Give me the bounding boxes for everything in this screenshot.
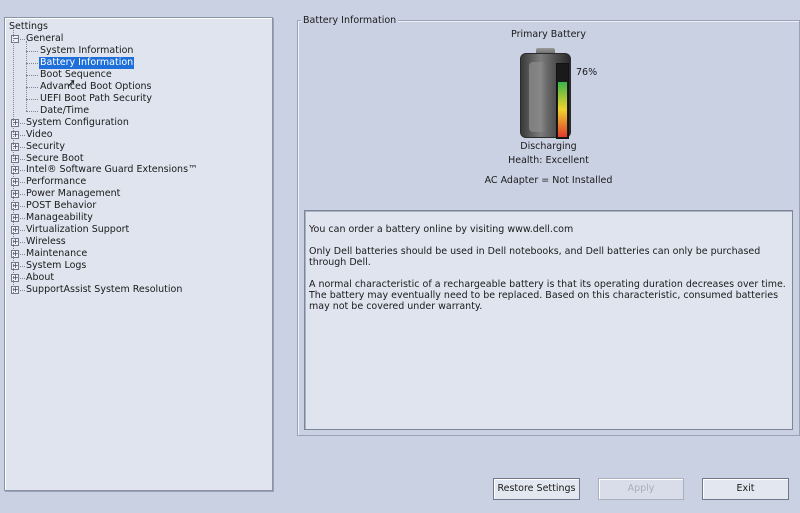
- info-line: You can order a battery online by visiti…: [309, 224, 574, 235]
- group-title: Battery Information: [301, 15, 399, 26]
- battery-percent: 76%: [576, 67, 598, 78]
- battery-name: Primary Battery: [511, 29, 586, 40]
- tree-item-label: POST Behavior: [26, 200, 97, 212]
- tree-item-label: About: [26, 272, 55, 283]
- info-line: A normal characteristic of a rechargeabl…: [309, 279, 786, 312]
- battery-status: Discharging: [520, 141, 577, 152]
- apply-button[interactable]: Apply: [598, 478, 684, 500]
- tree-item-label: Power Management: [26, 188, 121, 200]
- battery-level-fill: [558, 82, 567, 137]
- ac-adapter-status: AC Adapter = Not Installed: [484, 175, 613, 186]
- battery-body: [520, 53, 571, 139]
- tree-item-label: System Configuration: [26, 116, 129, 128]
- tree-item-label: Date/Time: [40, 104, 90, 116]
- tree-item-label: Performance: [26, 176, 87, 188]
- battery-icon: [518, 48, 573, 140]
- tree-item-label: Security: [26, 140, 66, 152]
- tree-item-label: Battery Information: [39, 56, 135, 69]
- mouse-pointer-icon: ➚: [66, 76, 77, 90]
- exit-button[interactable]: Exit: [702, 478, 789, 500]
- battery-health: Health: Excellent: [508, 155, 589, 166]
- tree-root-label: Settings: [9, 21, 48, 32]
- tree-item-label: Intel® Software Guard Extensions™: [26, 164, 198, 176]
- info-line: Only Dell batteries should be used in De…: [309, 246, 761, 268]
- tree-item-label: Video: [26, 128, 53, 140]
- tree-item-label: Virtualization Support: [26, 224, 130, 236]
- settings-tree[interactable]: Settings − General System Information Batte…: [4, 17, 273, 491]
- tree-item-label: SupportAssist System Resolution: [26, 283, 183, 295]
- restore-settings-button[interactable]: Restore Settings: [493, 478, 580, 500]
- tree-item-label: Maintenance: [26, 248, 88, 260]
- tree-connector: [26, 40, 27, 111]
- tree-root-connector: [13, 30, 14, 293]
- battery-level-gauge: [556, 63, 569, 139]
- tree-item-label: Wireless: [26, 236, 66, 248]
- tree-item-label: System Information: [40, 44, 134, 56]
- battery-info-text: You can order a battery online by visiti…: [304, 210, 793, 430]
- tree-item-label: Advanced Boot Options: [40, 80, 152, 92]
- tree-item-label: UEFI Boot Path Security: [40, 92, 153, 104]
- tree-item-label: Secure Boot: [26, 152, 84, 164]
- tree-item-label: System Logs: [26, 260, 87, 272]
- tree-item-label: Manageability: [26, 212, 93, 224]
- tree-item-label: General: [26, 33, 64, 44]
